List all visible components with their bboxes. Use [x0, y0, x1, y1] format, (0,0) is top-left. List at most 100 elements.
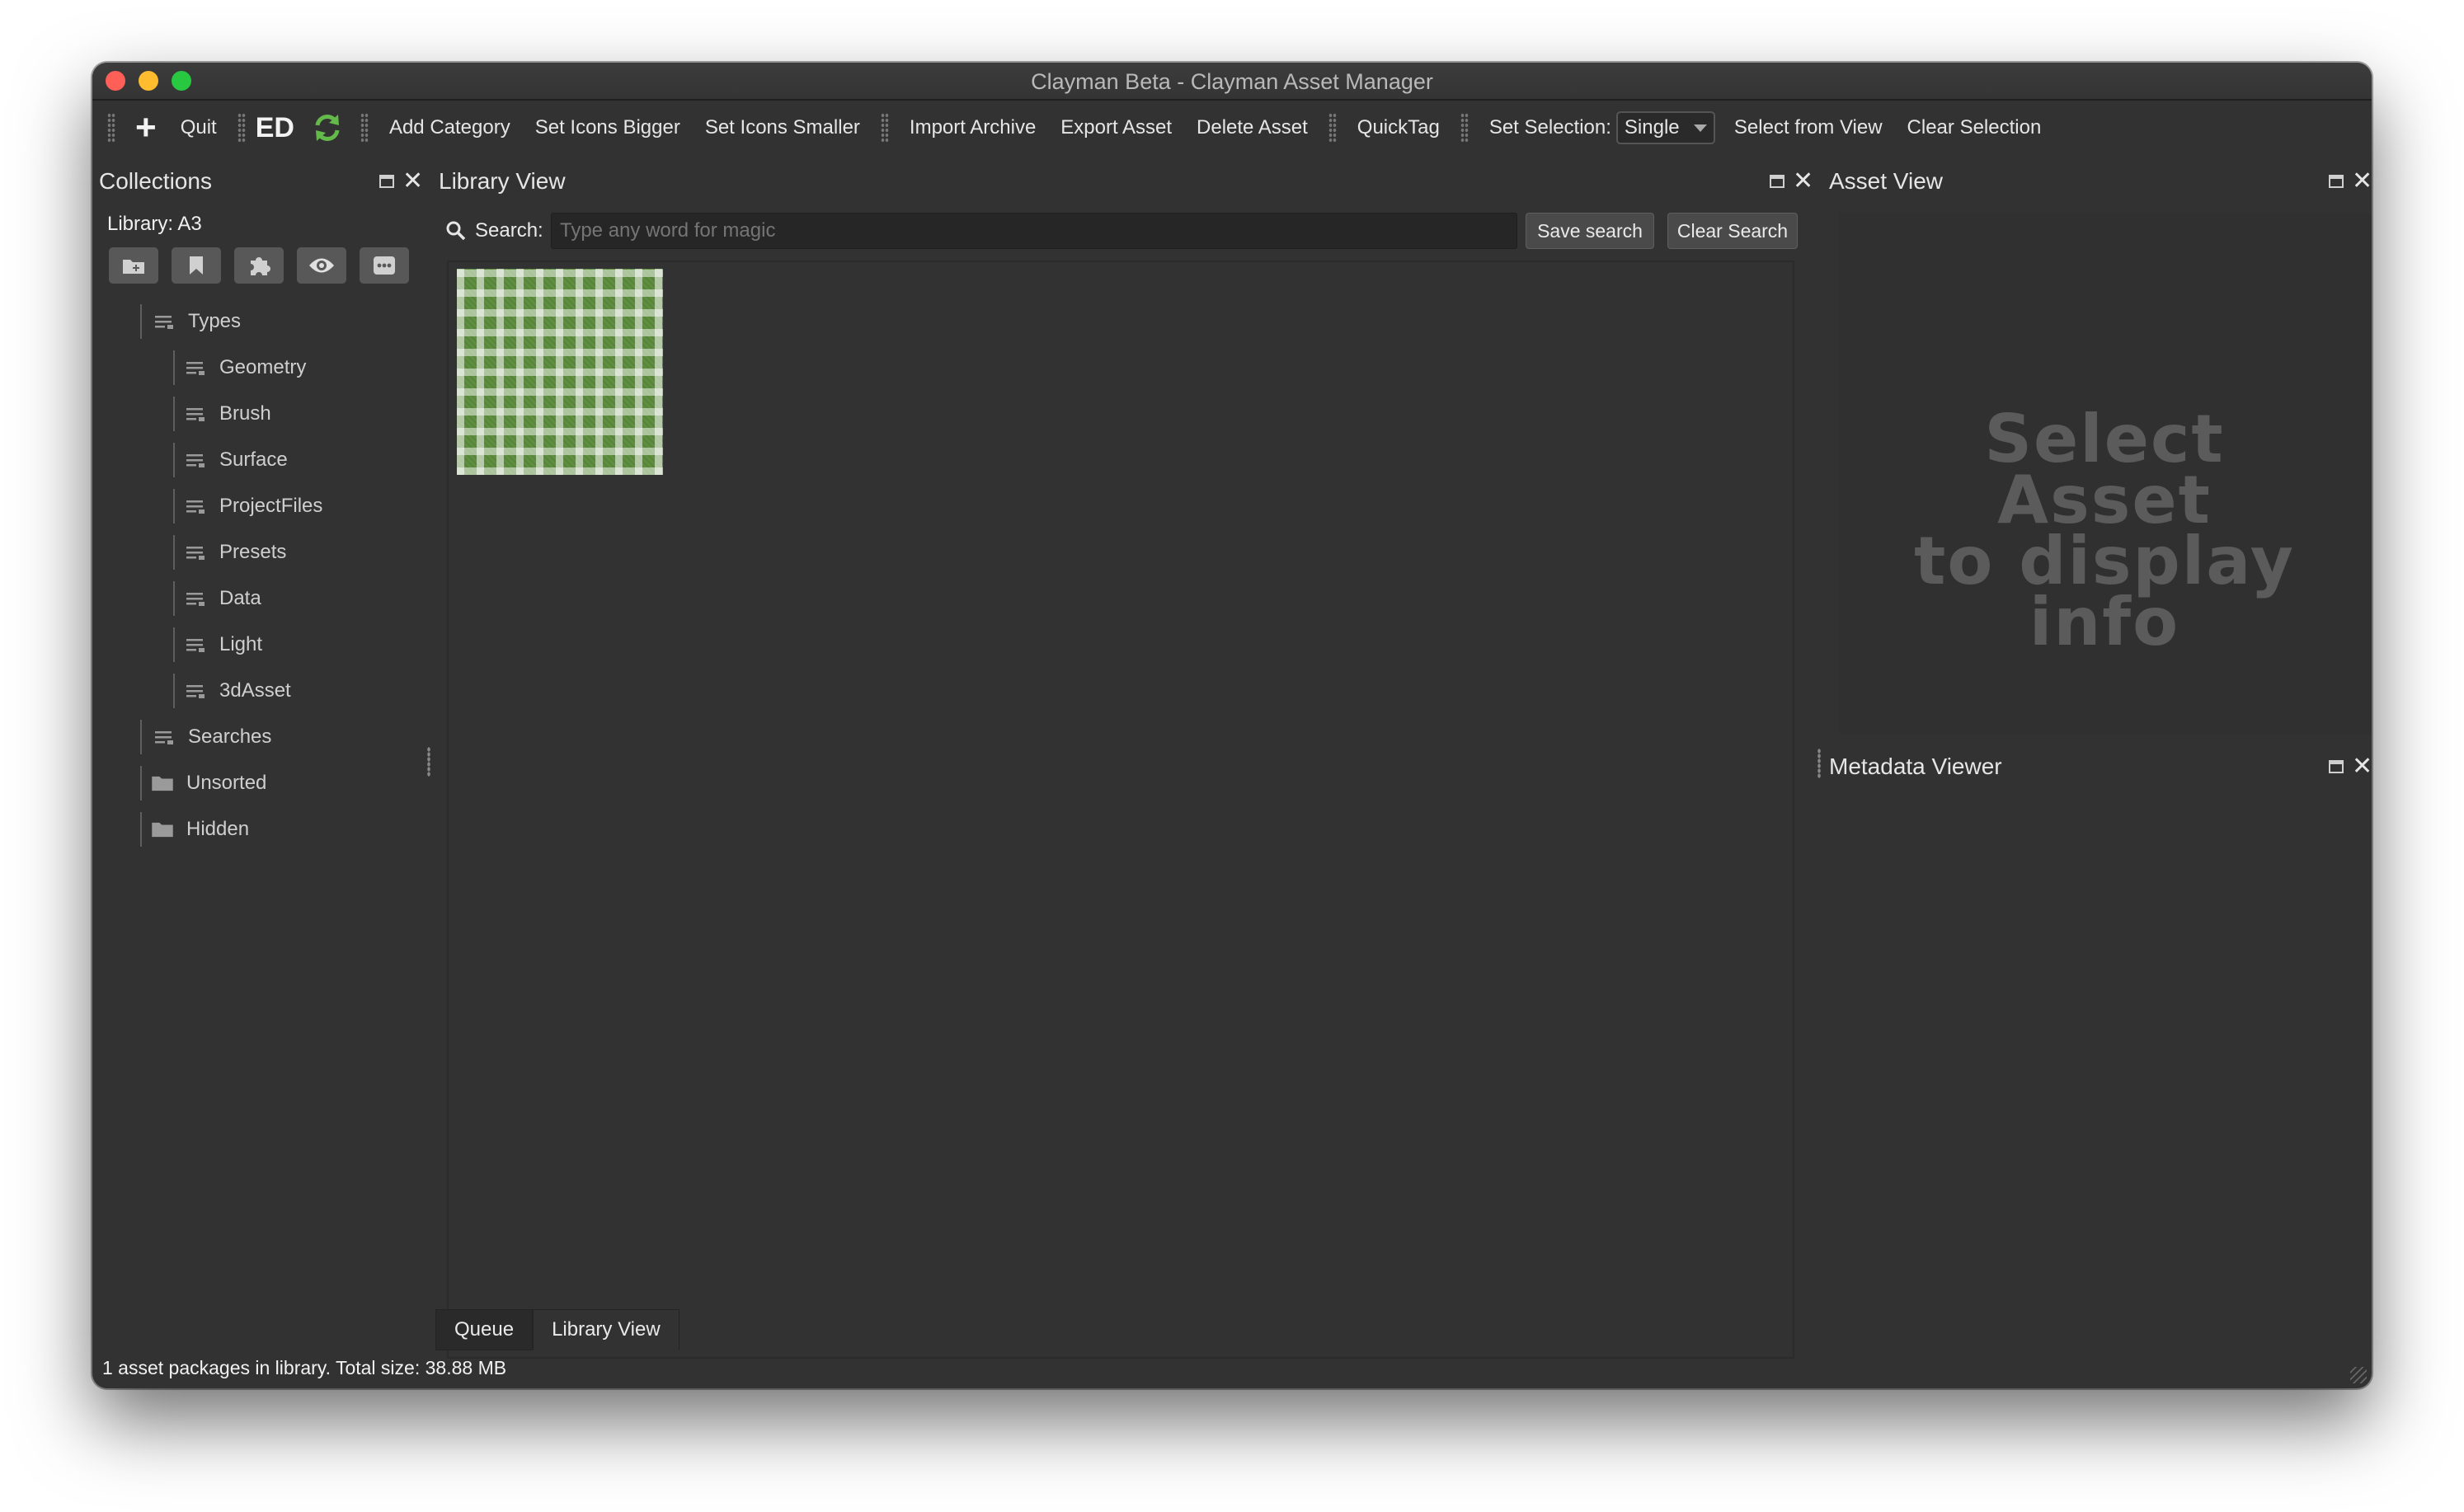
folder-icon	[152, 822, 173, 838]
tree-item-label: Presets	[219, 541, 287, 563]
save-search-button[interactable]: Save search	[1526, 213, 1654, 249]
tab-queue[interactable]: Queue	[435, 1309, 534, 1350]
asset-view-title: Asset View	[1829, 168, 1943, 194]
clear-selection-button[interactable]: Clear Selection	[1895, 116, 2054, 139]
metadata-panel-controls: ✕	[2329, 754, 2372, 779]
list-icon	[186, 500, 205, 514]
import-archive-button[interactable]: Import Archive	[897, 116, 1048, 139]
window-title: Clayman Beta - Clayman Asset Manager	[1031, 69, 1433, 94]
bottom-tab-bar: Queue Library View	[435, 1309, 679, 1352]
refresh-icon[interactable]	[311, 111, 344, 144]
list-icon	[186, 408, 205, 421]
toolbar-grip-icon[interactable]	[1328, 113, 1337, 143]
tree-item-light[interactable]: Light	[173, 627, 263, 662]
list-icon	[186, 685, 205, 698]
export-asset-button[interactable]: Export Asset	[1048, 116, 1184, 139]
search-icon	[446, 221, 466, 241]
tree-item-data[interactable]: Data	[173, 581, 261, 616]
quit-button[interactable]: Quit	[168, 116, 229, 139]
library-panel-controls: ✕	[1770, 169, 1813, 194]
clear-search-button[interactable]: Clear Search	[1667, 213, 1798, 249]
search-label: Search:	[475, 219, 543, 242]
tree-item-presets[interactable]: Presets	[173, 535, 287, 570]
search-row: Search:	[445, 213, 543, 249]
float-panel-icon[interactable]	[2329, 760, 2344, 773]
tree-item-label: Searches	[188, 725, 272, 748]
tree-item-label: Brush	[219, 402, 271, 425]
close-panel-icon[interactable]: ✕	[1793, 169, 1813, 194]
tree-item-unsorted[interactable]: Unsorted	[140, 766, 267, 801]
selection-mode-value: Single	[1624, 116, 1680, 139]
float-panel-icon[interactable]	[379, 175, 394, 188]
tree-item-label: Light	[219, 633, 263, 655]
tree-item-brush[interactable]: Brush	[173, 397, 271, 431]
toolbar-grip-icon[interactable]	[237, 113, 246, 143]
more-icon[interactable]	[360, 247, 409, 284]
asset-thumbnail[interactable]	[457, 269, 663, 475]
puzzle-icon[interactable]	[234, 247, 284, 284]
float-panel-icon[interactable]	[2329, 175, 2344, 188]
collections-panel-controls: ✕	[379, 169, 423, 194]
ed-button[interactable]: ED	[254, 112, 303, 144]
title-bar: Clayman Beta - Clayman Asset Manager	[92, 63, 2372, 101]
toolbar-grip-icon[interactable]	[1460, 113, 1469, 143]
library-label: Library: A3	[107, 213, 202, 235]
list-icon	[186, 547, 205, 560]
tree-item-label: ProjectFiles	[219, 495, 323, 517]
status-bar: 1 asset packages in library. Total size:…	[102, 1357, 507, 1378]
tree-item-surface[interactable]: Surface	[173, 443, 288, 477]
tree-item-label: Hidden	[186, 818, 250, 840]
chevron-down-icon	[1693, 124, 1707, 132]
main-toolbar: + Quit ED Add Category Set Icons Bigger …	[92, 101, 2372, 155]
library-view-title: Library View	[439, 168, 566, 194]
tab-library-view[interactable]: Library View	[533, 1309, 679, 1350]
delete-asset-button[interactable]: Delete Asset	[1184, 116, 1320, 139]
folder-icon	[152, 776, 173, 791]
list-icon	[186, 593, 205, 606]
tree-item-searches[interactable]: Searches	[140, 720, 272, 754]
toolbar-grip-icon[interactable]	[360, 113, 369, 143]
asset-placeholder: Select Asset to display info	[1914, 401, 2295, 660]
list-icon	[155, 731, 173, 744]
tree-item-label: 3dAsset	[219, 679, 291, 702]
new-folder-icon[interactable]	[109, 247, 158, 284]
resize-grip-icon[interactable]	[2350, 1367, 2367, 1383]
tree-item-label: Data	[219, 587, 261, 609]
selection-mode-select[interactable]: Single	[1615, 111, 1715, 144]
tree-item-label: Surface	[219, 448, 288, 471]
quicktag-button[interactable]: QuickTag	[1345, 116, 1452, 139]
float-panel-icon[interactable]	[1770, 175, 1785, 188]
eye-icon[interactable]	[297, 247, 346, 284]
metadata-viewer-title: Metadata Viewer	[1829, 754, 2002, 779]
asset-panel-controls: ✕	[2329, 169, 2372, 194]
add-button[interactable]: +	[124, 110, 168, 146]
tree-item-projectfiles[interactable]: ProjectFiles	[173, 489, 323, 524]
splitter-handle[interactable]	[1817, 749, 1821, 778]
add-category-button[interactable]: Add Category	[377, 116, 523, 139]
tree-item-3dasset[interactable]: 3dAsset	[173, 674, 291, 708]
close-panel-icon[interactable]: ✕	[2352, 754, 2372, 779]
toolbar-grip-icon[interactable]	[880, 113, 889, 143]
tree-item-label: Unsorted	[186, 772, 267, 794]
tree-item-label: Geometry	[219, 356, 307, 378]
set-selection-label: Set Selection:	[1488, 116, 1611, 139]
app-window: Clayman Beta - Clayman Asset Manager + Q…	[92, 63, 2372, 1388]
tree-item-label: Types	[188, 310, 242, 332]
close-panel-icon[interactable]: ✕	[402, 169, 423, 194]
select-from-view-button[interactable]: Select from View	[1722, 116, 1895, 139]
set-icons-smaller-button[interactable]: Set Icons Smaller	[693, 116, 872, 139]
toolbar-grip-icon[interactable]	[107, 113, 115, 143]
collections-toolbar	[109, 247, 409, 284]
search-input[interactable]	[551, 213, 1517, 249]
tree-item-geometry[interactable]: Geometry	[173, 350, 307, 385]
splitter-handle[interactable]	[427, 747, 430, 777]
tree-item-types[interactable]: Types	[140, 304, 242, 339]
tree-item-hidden[interactable]: Hidden	[140, 812, 250, 847]
set-icons-bigger-button[interactable]: Set Icons Bigger	[523, 116, 693, 139]
list-icon	[155, 316, 173, 329]
close-panel-icon[interactable]: ✕	[2352, 169, 2372, 194]
list-icon	[186, 454, 205, 467]
list-icon	[186, 362, 205, 375]
collections-title: Collections	[99, 168, 212, 194]
bookmark-icon[interactable]	[172, 247, 221, 284]
